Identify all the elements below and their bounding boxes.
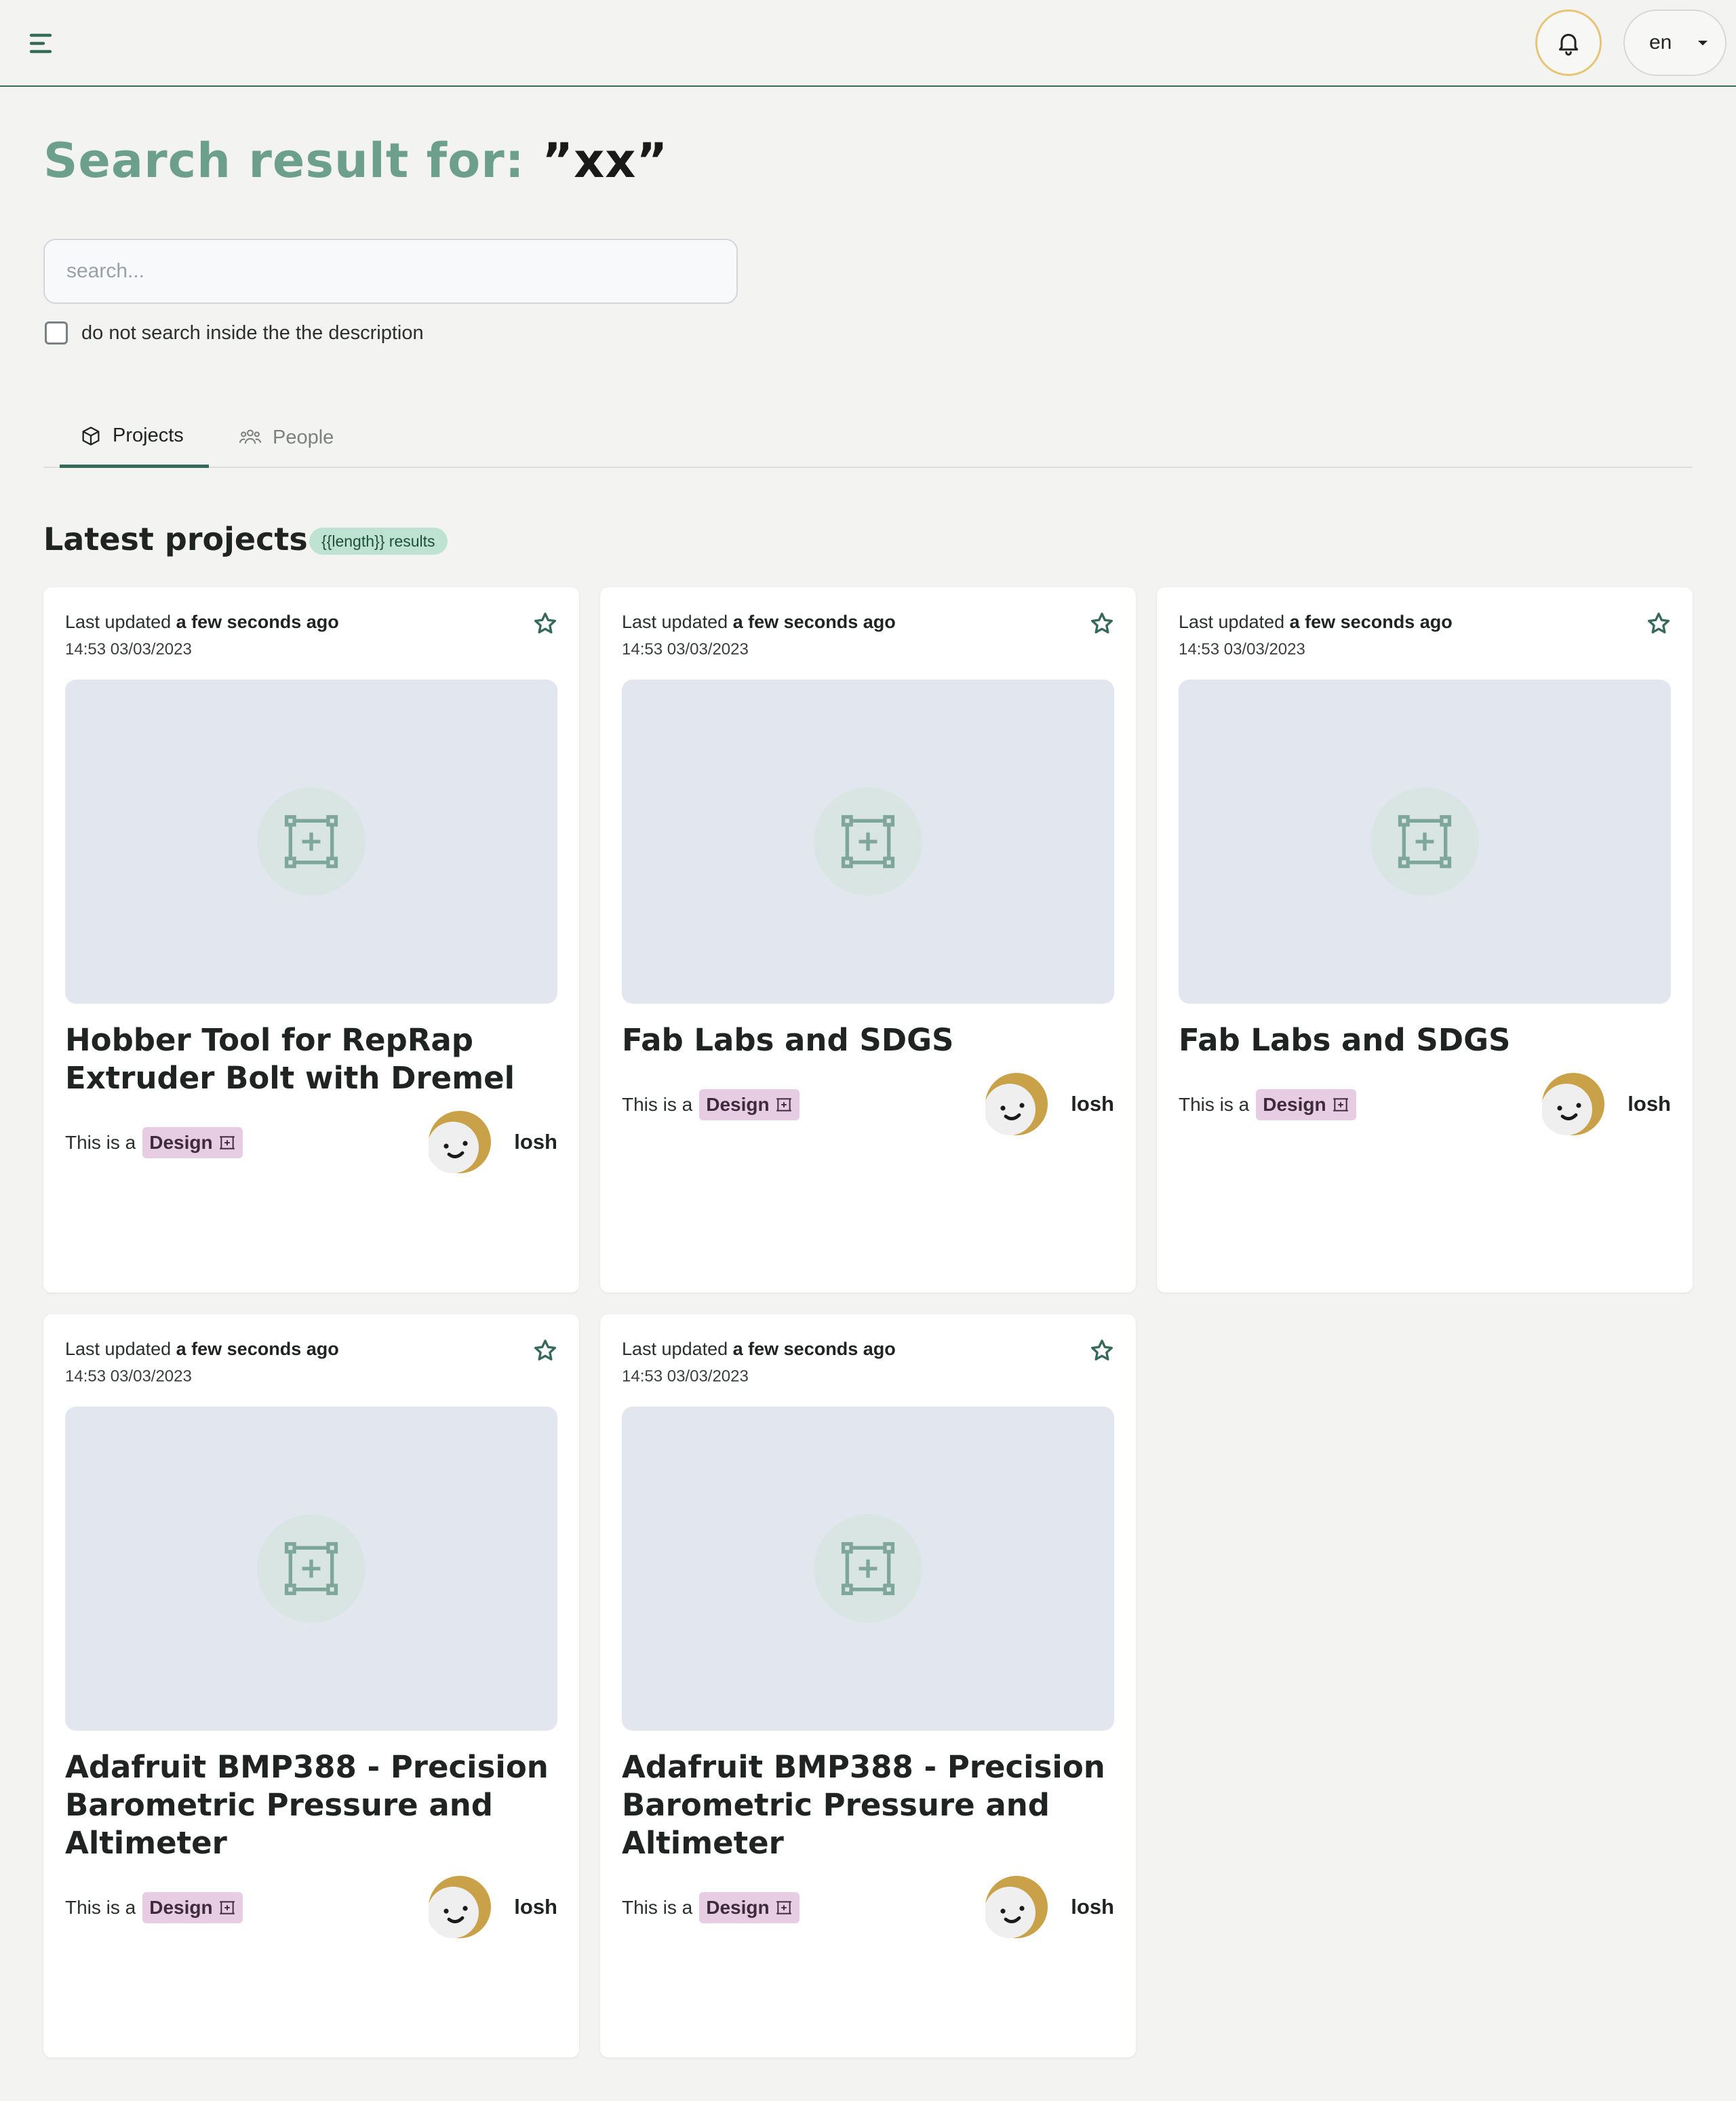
updated-datetime: 14:53 03/03/2023 — [622, 1367, 749, 1386]
section-title: Latest projects — [43, 521, 308, 557]
project-type: This is a Design — [65, 1127, 243, 1158]
avatar — [429, 1876, 492, 1938]
project-type: This is a Design — [622, 1892, 800, 1923]
chevron-down-icon — [1698, 41, 1708, 45]
star-icon[interactable] — [532, 610, 559, 637]
thumbnail-placeholder — [257, 787, 366, 896]
tab-projects[interactable]: Projects — [60, 407, 209, 468]
search-query: ”xx” — [542, 133, 669, 189]
design-frame-icon — [284, 814, 338, 869]
page-title: Search result for: ”xx” — [43, 133, 668, 189]
type-prefix: This is a — [622, 1094, 693, 1115]
last-updated: Last updated a few seconds ago — [622, 612, 896, 632]
owner[interactable]: losh — [985, 1876, 1114, 1938]
owner-name: losh — [514, 1130, 557, 1154]
tab-projects-label: Projects — [113, 425, 184, 446]
top-bar: en — [0, 0, 1736, 87]
design-badge: Design — [142, 1892, 243, 1923]
updated-datetime: 14:53 03/03/2023 — [1179, 640, 1305, 659]
updated-datetime: 14:53 03/03/2023 — [622, 640, 749, 659]
cube-icon — [82, 426, 100, 446]
page-title-prefix: Search result for: — [43, 133, 542, 189]
design-frame-icon — [1333, 1098, 1348, 1112]
owner-name: losh — [1628, 1092, 1671, 1116]
design-badge: Design — [142, 1127, 243, 1158]
result-tabs: Projects People — [43, 407, 1693, 468]
design-badge: Design — [699, 1892, 800, 1923]
owner[interactable]: losh — [429, 1876, 557, 1938]
description-checkbox[interactable] — [45, 321, 68, 345]
project-type: This is a Design — [622, 1089, 800, 1120]
owner[interactable]: losh — [429, 1111, 557, 1173]
type-prefix: This is a — [1179, 1094, 1250, 1115]
updated-datetime: 14:53 03/03/2023 — [65, 640, 192, 659]
avatar — [429, 1111, 492, 1173]
owner-name: losh — [1071, 1092, 1114, 1116]
project-title[interactable]: Fab Labs and SDGS — [622, 1021, 1114, 1059]
design-frame-icon — [219, 1136, 235, 1150]
avatar — [985, 1876, 1048, 1938]
project-card[interactable]: Last updated a few seconds ago 14:53 03/… — [43, 587, 579, 1293]
owner[interactable]: losh — [1542, 1073, 1671, 1135]
project-title[interactable]: Fab Labs and SDGS — [1179, 1021, 1671, 1059]
star-icon[interactable] — [1088, 610, 1116, 637]
type-prefix: This is a — [65, 1132, 136, 1153]
design-frame-icon — [841, 1542, 895, 1596]
owner-name: losh — [1071, 1895, 1114, 1919]
project-type: This is a Design — [65, 1892, 243, 1923]
search-input[interactable] — [43, 239, 738, 304]
type-prefix: This is a — [65, 1897, 136, 1918]
last-updated: Last updated a few seconds ago — [65, 1339, 339, 1359]
description-filter: do not search inside the the description — [45, 321, 424, 345]
thumbnail-placeholder — [814, 1514, 922, 1623]
design-frame-icon — [219, 1901, 235, 1915]
users-icon — [239, 429, 262, 444]
results-count-badge: {{length}} results — [309, 528, 448, 555]
project-card[interactable]: Last updated a few seconds ago 14:53 03/… — [1157, 587, 1693, 1293]
thumbnail-placeholder — [814, 787, 922, 896]
owner-name: losh — [514, 1895, 557, 1919]
design-badge: Design — [1256, 1089, 1356, 1120]
project-thumbnail[interactable] — [622, 680, 1114, 1004]
star-icon[interactable] — [532, 1337, 559, 1364]
project-title[interactable]: Hobber Tool for RepRap Extruder Bolt wit… — [65, 1021, 557, 1097]
project-thumbnail[interactable] — [622, 1407, 1114, 1731]
design-frame-icon — [1398, 814, 1452, 869]
project-title[interactable]: Adafruit BMP388 - Precision Barometric P… — [622, 1748, 1114, 1862]
project-card[interactable]: Last updated a few seconds ago 14:53 03/… — [43, 1314, 579, 2058]
last-updated: Last updated a few seconds ago — [622, 1339, 896, 1359]
project-thumbnail[interactable] — [1179, 680, 1671, 1004]
design-badge: Design — [699, 1089, 800, 1120]
tab-people[interactable]: People — [239, 407, 374, 468]
project-thumbnail[interactable] — [65, 1407, 557, 1731]
design-frame-icon — [841, 814, 895, 869]
design-frame-icon — [776, 1901, 791, 1915]
thumbnail-placeholder — [1370, 787, 1479, 896]
avatar — [1542, 1073, 1605, 1135]
project-type: This is a Design — [1179, 1089, 1356, 1120]
language-value: en — [1649, 31, 1672, 54]
owner[interactable]: losh — [985, 1073, 1114, 1135]
project-title[interactable]: Adafruit BMP388 - Precision Barometric P… — [65, 1748, 557, 1862]
tab-people-label: People — [273, 426, 334, 448]
updated-datetime: 14:53 03/03/2023 — [65, 1367, 192, 1386]
bell-icon — [1559, 33, 1578, 56]
thumbnail-placeholder — [257, 1514, 366, 1623]
star-icon[interactable] — [1645, 610, 1672, 637]
avatar — [985, 1073, 1048, 1135]
description-checkbox-label[interactable]: do not search inside the the description — [81, 322, 424, 345]
type-prefix: This is a — [622, 1897, 693, 1918]
notifications-button[interactable] — [1535, 9, 1602, 76]
design-frame-icon — [776, 1098, 791, 1112]
language-select[interactable]: en — [1623, 9, 1727, 76]
last-updated: Last updated a few seconds ago — [1179, 612, 1453, 632]
menu-icon[interactable] — [27, 30, 60, 57]
last-updated: Last updated a few seconds ago — [65, 612, 339, 632]
star-icon[interactable] — [1088, 1337, 1116, 1364]
project-thumbnail[interactable] — [65, 680, 557, 1004]
project-card[interactable]: Last updated a few seconds ago 14:53 03/… — [600, 587, 1136, 1293]
design-frame-icon — [284, 1542, 338, 1596]
project-card[interactable]: Last updated a few seconds ago 14:53 03/… — [600, 1314, 1136, 2058]
